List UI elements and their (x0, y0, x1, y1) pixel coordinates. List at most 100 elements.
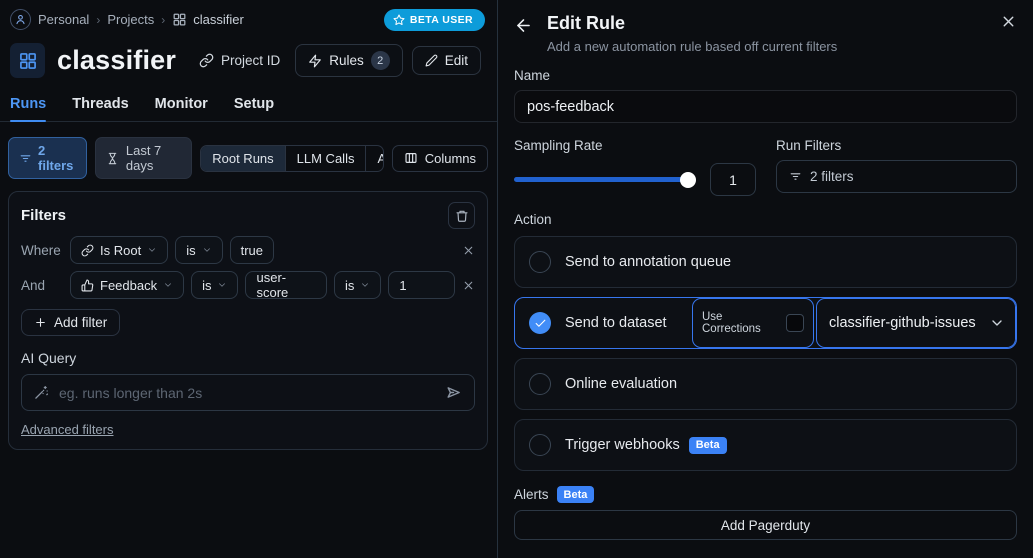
filter-row-where: Where Is Root is true (21, 236, 475, 264)
filter-value-chip[interactable]: true (229, 236, 274, 264)
segment-root-runs[interactable]: Root Runs (201, 145, 285, 171)
filters-count-button[interactable]: 2 filters (8, 137, 87, 179)
action-label: Action (514, 212, 552, 227)
filter-operator-dropdown[interactable]: is (191, 271, 239, 299)
add-pagerduty-button[interactable]: Add Pagerduty (514, 510, 1017, 540)
run-filters-label: Run Filters (776, 138, 842, 153)
remove-filter-icon[interactable] (462, 279, 475, 292)
rules-button[interactable]: Rules 2 (295, 44, 403, 77)
pencil-icon (425, 54, 438, 67)
segment-llm-calls[interactable]: LLM Calls (284, 145, 366, 171)
hourglass-icon (106, 152, 119, 165)
breadcrumb-personal[interactable]: Personal (38, 12, 89, 27)
link-icon (81, 244, 94, 257)
filter-icon (19, 152, 32, 165)
sampling-rate-label: Sampling Rate (514, 138, 603, 153)
star-icon (393, 14, 405, 26)
use-corrections-label: Use Corrections (702, 311, 761, 335)
chevron-down-icon (163, 280, 173, 290)
ai-query-input[interactable] (59, 384, 435, 401)
link-icon (199, 53, 214, 68)
filter-operator-dropdown[interactable]: is (334, 271, 382, 299)
drawer-title: Edit Rule (547, 13, 626, 33)
sampling-rate-slider[interactable] (514, 171, 696, 188)
page-title: classifier (57, 45, 177, 75)
chevron-down-icon (360, 280, 370, 290)
tab-monitor[interactable]: Monitor (155, 96, 208, 121)
close-icon[interactable] (1000, 13, 1017, 30)
radio-unchecked[interactable] (529, 434, 551, 456)
columns-button[interactable]: Columns (391, 144, 488, 172)
feedback-key-chip[interactable]: user-score (245, 270, 328, 300)
drawer-subtitle: Add a new automation rule based off curr… (547, 39, 838, 54)
beta-badge: Beta (556, 486, 595, 503)
radio-unchecked[interactable] (529, 373, 551, 395)
chevron-down-icon (202, 245, 212, 255)
option-send-to-annotation-queue[interactable]: Send to annotation queue (514, 236, 1017, 288)
filters-panel-title: Filters (21, 207, 67, 224)
zap-icon (308, 54, 322, 68)
project-page: Personal › Projects › classifier BETA US… (0, 0, 497, 558)
tab-runs[interactable]: Runs (10, 96, 47, 122)
chevron-down-icon (989, 315, 1005, 331)
breadcrumb-projects[interactable]: Projects (107, 12, 154, 27)
filter-field-dropdown[interactable]: Feedback (70, 271, 185, 299)
back-arrow-icon[interactable] (514, 16, 533, 35)
filter-icon (789, 170, 802, 183)
segment-all-runs[interactable]: All Runs (365, 145, 383, 171)
columns-icon (404, 151, 418, 165)
thumbs-up-icon (81, 279, 94, 292)
radio-checked[interactable] (529, 312, 551, 334)
conjunction-label: And (21, 277, 46, 293)
plus-icon (34, 316, 47, 329)
breadcrumb-classifier[interactable]: classifier (172, 12, 244, 27)
filters-panel: Filters Where Is Root is true And Feedba… (8, 191, 488, 450)
rules-count-badge: 2 (370, 51, 390, 70)
dataset-select[interactable]: classifier-github-issues (816, 298, 1016, 348)
name-label: Name (514, 68, 551, 83)
run-type-segmented-control: Root Runs LLM Calls All Runs (200, 144, 384, 172)
chevron-down-icon (147, 245, 157, 255)
radio-unchecked[interactable] (529, 251, 551, 273)
edit-button[interactable]: Edit (411, 46, 481, 75)
filter-value-input[interactable]: 1 (388, 271, 455, 299)
user-avatar-icon[interactable] (10, 9, 31, 30)
project-header: classifier Project ID Rules 2 Edit (0, 30, 497, 78)
tab-threads[interactable]: Threads (72, 96, 128, 121)
trash-icon (455, 209, 469, 223)
remove-filter-icon[interactable] (462, 244, 475, 257)
rule-name-input[interactable] (514, 90, 1017, 123)
filter-operator-dropdown[interactable]: is (175, 236, 223, 264)
tab-bar: Runs Threads Monitor Setup (0, 78, 497, 122)
filter-field-dropdown[interactable]: Is Root (70, 236, 169, 264)
use-corrections-checkbox[interactable] (786, 314, 804, 332)
send-icon[interactable] (445, 384, 462, 401)
option-online-evaluation[interactable]: Online evaluation (514, 358, 1017, 410)
filter-row-and: And Feedback is user-score is 1 (21, 270, 475, 300)
grid-icon (172, 12, 187, 27)
option-trigger-webhooks[interactable]: Trigger webhooks Beta (514, 419, 1017, 471)
run-filters-button[interactable]: 2 filters (776, 160, 1017, 193)
chevron-down-icon (217, 280, 227, 290)
project-grid-icon (10, 43, 45, 78)
runs-toolbar: 2 filters Last 7 days Root Runs LLM Call… (0, 122, 497, 179)
clear-filters-button[interactable] (448, 202, 475, 229)
beta-badge: Beta (688, 436, 727, 454)
beta-user-badge: BETA USER (383, 9, 485, 31)
chevron-right-icon: › (161, 12, 166, 27)
sampling-rate-value[interactable]: 1 (710, 163, 756, 196)
alerts-label: Alerts (514, 487, 549, 502)
chevron-right-icon: › (96, 12, 101, 27)
ai-query-label: AI Query (21, 350, 77, 366)
project-id-button[interactable]: Project ID (193, 47, 286, 74)
magic-wand-icon (34, 385, 49, 400)
add-filter-button[interactable]: Add filter (21, 309, 121, 336)
conjunction-label: Where (21, 242, 61, 258)
use-corrections-group: Use Corrections (692, 298, 814, 348)
tab-setup[interactable]: Setup (234, 96, 274, 121)
date-range-button[interactable]: Last 7 days (94, 137, 193, 179)
ai-query-input-wrap (21, 374, 475, 411)
option-send-to-dataset[interactable]: Send to dataset Use Corrections classifi… (514, 297, 1017, 349)
advanced-filters-link[interactable]: Advanced filters (21, 422, 114, 437)
slider-thumb[interactable] (680, 171, 696, 188)
